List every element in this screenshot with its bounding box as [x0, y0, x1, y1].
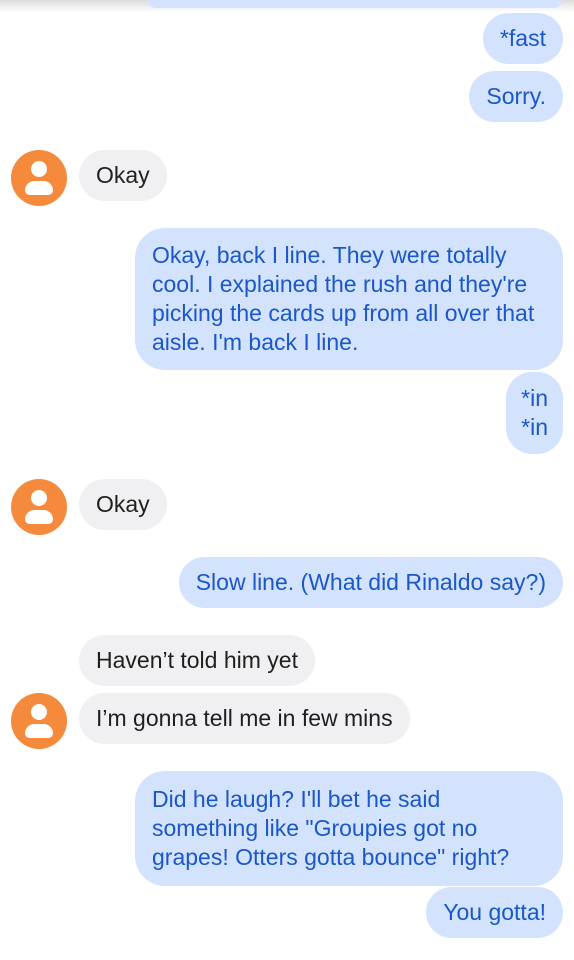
outgoing-message[interactable]: Did he laugh? I'll bet he said something…: [135, 771, 563, 886]
person-icon: [31, 704, 47, 720]
incoming-message[interactable]: Okay: [79, 150, 167, 201]
outgoing-message[interactable]: Okay, back I line. They were totally coo…: [135, 228, 563, 370]
contact-avatar[interactable]: [11, 693, 67, 749]
incoming-message[interactable]: Haven’t told him yet: [79, 635, 315, 686]
person-icon: [31, 161, 47, 177]
incoming-message[interactable]: Okay: [79, 479, 167, 530]
person-icon: [31, 490, 47, 506]
incoming-message[interactable]: I’m gonna tell me in few mins: [79, 693, 410, 744]
outgoing-message[interactable]: You gotta!: [426, 887, 563, 938]
outgoing-message[interactable]: Slow line. (What did Rinaldo say?): [178, 557, 563, 608]
outgoing-message[interactable]: Sorry.: [469, 71, 563, 122]
outgoing-message[interactable]: *in *in: [506, 372, 563, 454]
outgoing-message[interactable]: *fast: [482, 13, 563, 64]
partial-message-bubble: [148, 0, 562, 8]
contact-avatar[interactable]: [11, 150, 67, 206]
contact-avatar[interactable]: [11, 479, 67, 535]
